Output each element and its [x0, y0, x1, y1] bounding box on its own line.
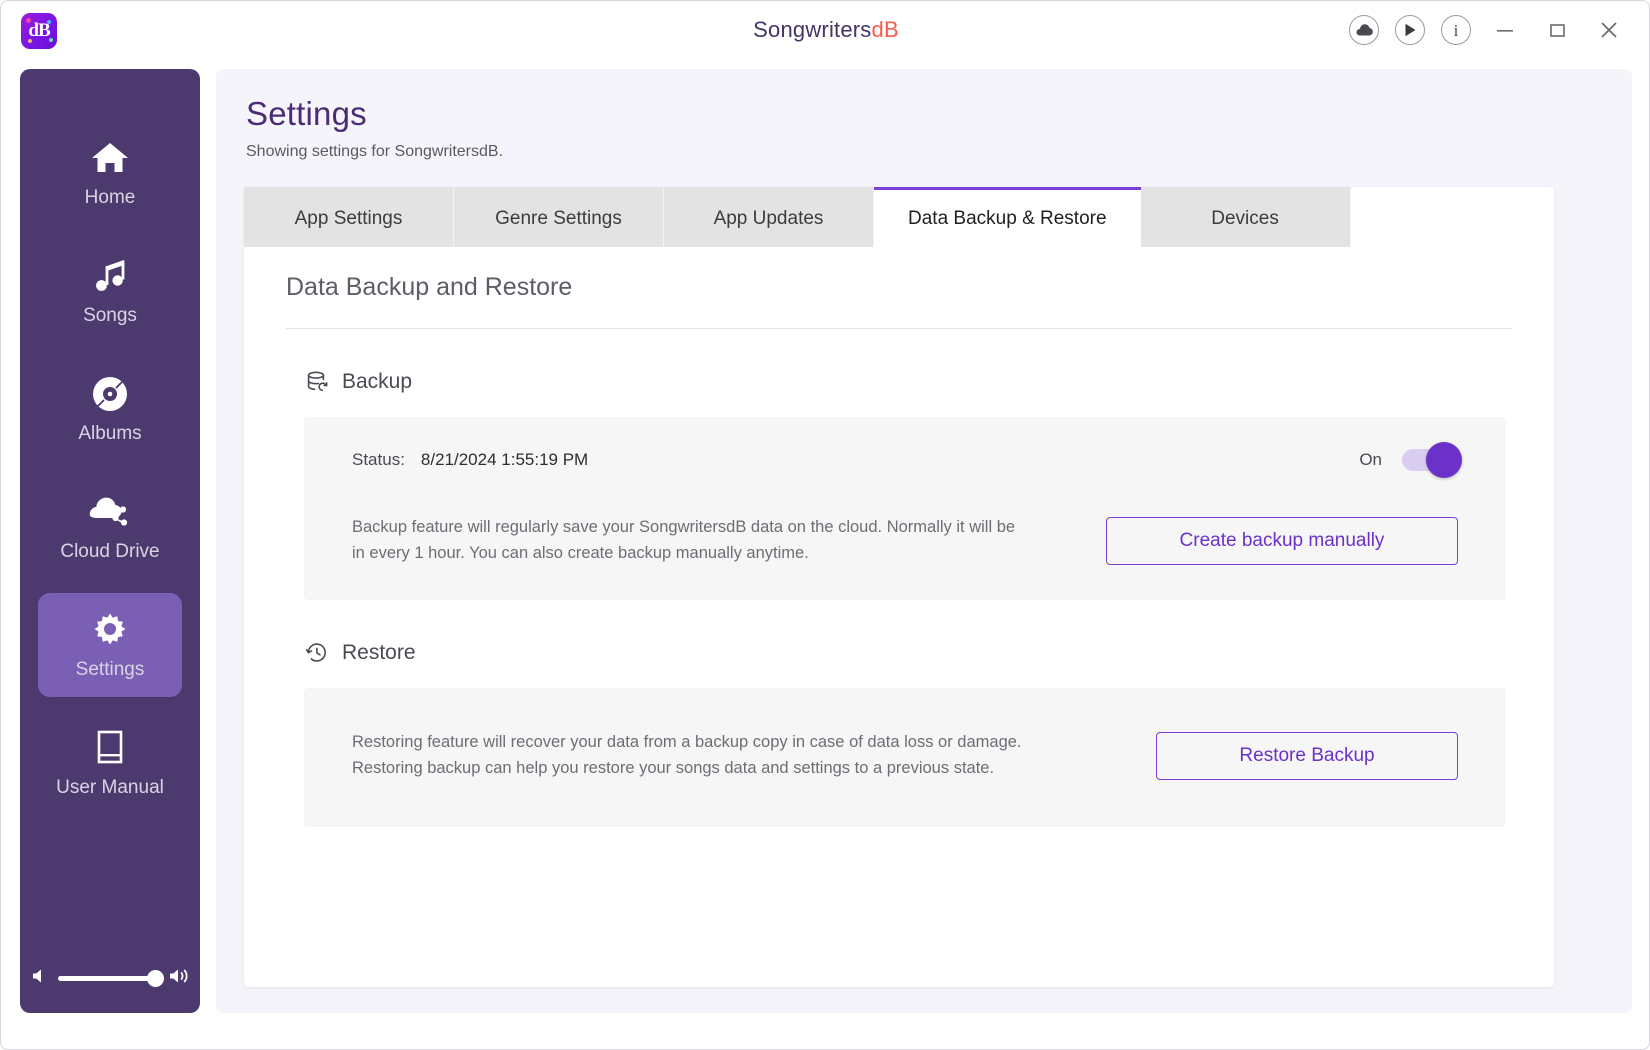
sidebar-item-label: Home [84, 187, 136, 208]
cloud-icon [1349, 15, 1379, 45]
sidebar-item-label: Albums [78, 423, 142, 444]
restore-description: Restoring feature will recover your data… [352, 730, 1022, 781]
settings-tabs: App Settings Genre Settings App Updates … [244, 187, 1351, 247]
restore-heading: Restore [304, 640, 1512, 666]
sidebar-item-settings[interactable]: Settings [38, 593, 182, 697]
sidebar-item-label: Songs [83, 305, 137, 326]
backup-heading-label: Backup [342, 370, 413, 393]
volume-up-icon[interactable] [168, 967, 190, 990]
page-subtitle: Showing settings for SongwritersdB. [246, 143, 504, 160]
volume-mute-icon[interactable] [30, 967, 48, 990]
backup-heading: Backup [304, 369, 1512, 395]
backup-toggle[interactable] [1402, 442, 1462, 478]
restore-panel: Restoring feature will recover your data… [304, 688, 1506, 828]
sidebar-item-user-manual[interactable]: User Manual [38, 711, 182, 815]
database-backup-icon [304, 369, 330, 395]
page-header: Settings Showing settings for Songwriter… [216, 69, 1632, 161]
close-button[interactable] [1583, 7, 1635, 53]
backup-toggle-knob[interactable] [1426, 442, 1462, 478]
sidebar-item-songs[interactable]: Songs [38, 239, 182, 343]
volume-slider[interactable] [58, 969, 164, 987]
volume-slider-knob[interactable] [147, 969, 164, 987]
cloud-button[interactable] [1341, 7, 1387, 53]
music-note-icon [89, 255, 131, 297]
play-icon [1395, 15, 1425, 45]
restore-description-line1: Restoring feature will recover your data… [352, 733, 1022, 752]
tab-panel-data-backup-restore: Data Backup and Restore Backup Status: 8… [244, 247, 1554, 987]
backup-body-row: Backup feature will regularly save your … [352, 515, 1458, 566]
backup-status-label: Status: [352, 450, 405, 469]
tab-app-settings[interactable]: App Settings [244, 187, 454, 247]
maximize-button[interactable] [1531, 7, 1583, 53]
backup-panel: Status: 8/21/2024 1:55:19 PM On Backup f… [304, 417, 1506, 601]
tab-app-updates[interactable]: App Updates [664, 187, 874, 247]
main-content: Settings Showing settings for Songwriter… [216, 69, 1632, 1013]
restore-backup-button[interactable]: Restore Backup [1156, 731, 1458, 780]
minimize-button[interactable] [1479, 7, 1531, 53]
info-button[interactable]: i [1433, 7, 1479, 53]
sidebar: Home Songs Albums Cloud Drive Settings U… [20, 69, 200, 1013]
volume-control[interactable] [30, 953, 190, 1003]
sidebar-item-label: Cloud Drive [60, 541, 160, 562]
tab-label: Devices [1211, 207, 1279, 229]
tab-label: Genre Settings [495, 207, 622, 229]
window-controls: i [1341, 1, 1635, 59]
sidebar-item-label: Settings [75, 659, 145, 680]
restore-heading-label: Restore [342, 641, 416, 665]
tab-label: Data Backup & Restore [908, 207, 1107, 229]
cloud-share-icon [89, 491, 131, 533]
book-icon [89, 727, 131, 769]
backup-status: Status: 8/21/2024 1:55:19 PM [352, 450, 588, 470]
backup-description: Backup feature will regularly save your … [352, 515, 1015, 566]
backup-toggle-wrap: On [1359, 442, 1462, 478]
window-title-main: Songwriters [753, 17, 872, 42]
app-window: dB Songwriters dB i Home Songs Albums Cl… [0, 0, 1650, 1050]
sidebar-item-cloud-drive[interactable]: Cloud Drive [38, 475, 182, 579]
section-title: Data Backup and Restore [286, 273, 573, 301]
tab-label: App Settings [294, 207, 403, 229]
tab-devices[interactable]: Devices [1140, 187, 1351, 247]
tab-data-backup-restore[interactable]: Data Backup & Restore [874, 187, 1141, 247]
title-bar: dB Songwriters dB i [1, 1, 1649, 59]
tab-label: App Updates [713, 207, 824, 229]
gear-icon [89, 609, 131, 651]
disc-icon [89, 373, 131, 415]
section-divider [286, 328, 1512, 329]
restore-description-line2: Restoring backup can help you restore yo… [352, 758, 995, 777]
home-icon [89, 137, 131, 179]
restore-body-row: Restoring feature will recover your data… [352, 730, 1458, 781]
backup-description-line1: Backup feature will regularly save your … [352, 518, 1016, 536]
backup-toggle-label: On [1359, 450, 1382, 469]
sidebar-item-label: User Manual [56, 777, 164, 798]
sidebar-item-albums[interactable]: Albums [38, 357, 182, 461]
window-title-accent: dB [871, 17, 899, 42]
backup-status-value: 8/21/2024 1:55:19 PM [420, 450, 589, 469]
page-title: Settings [246, 95, 367, 132]
info-icon: i [1441, 15, 1471, 45]
backup-description-line2: in every 1 hour. You can also create bac… [352, 543, 809, 562]
sidebar-item-home[interactable]: Home [38, 121, 182, 225]
history-clock-icon [304, 640, 330, 666]
play-button[interactable] [1387, 7, 1433, 53]
settings-card: App Settings Genre Settings App Updates … [244, 187, 1554, 987]
backup-status-row: Status: 8/21/2024 1:55:19 PM On [352, 442, 1462, 478]
create-backup-manually-button[interactable]: Create backup manually [1106, 516, 1458, 565]
tab-genre-settings[interactable]: Genre Settings [454, 187, 664, 247]
